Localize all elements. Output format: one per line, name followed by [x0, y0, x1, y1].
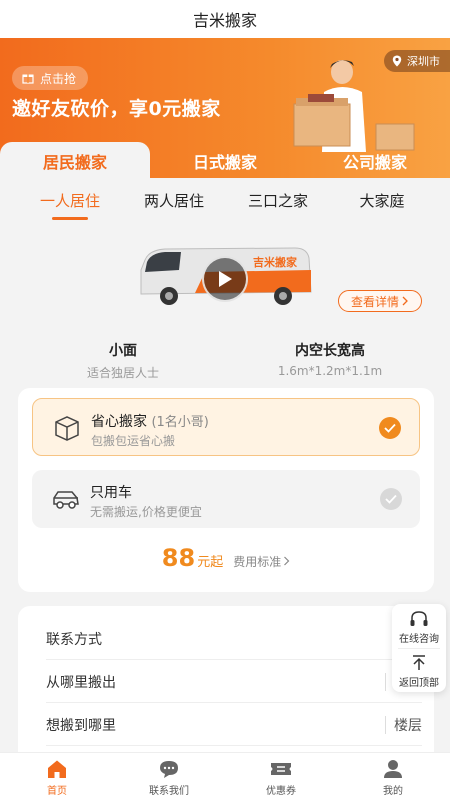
banner-headline: 邀好友砍价，享0元搬家 — [12, 98, 221, 120]
home-icon — [48, 760, 66, 778]
play-video-button[interactable] — [202, 256, 248, 302]
floating-panel: 在线咨询 返回顶部 — [392, 604, 446, 692]
price-row: 88 元起 费用标准 — [18, 544, 434, 572]
subtab-family-of-three[interactable]: 三口之家 — [228, 190, 328, 211]
contact-label: 联系方式 — [46, 631, 102, 648]
move-to-field[interactable]: 想搬到哪里 楼层 — [46, 704, 422, 746]
spec-vehicle-type-subtitle: 适合独居人士 — [86, 366, 159, 380]
grab-pill-label: 点击抢 — [40, 71, 77, 86]
nav-coupons[interactable]: 优惠券 — [236, 759, 326, 797]
view-details-button[interactable]: 查看详情 — [338, 290, 422, 312]
subtab-two-people[interactable]: 两人居住 — [124, 190, 224, 211]
panel-divider — [398, 648, 440, 649]
tab-company[interactable]: 公司搬家 — [300, 142, 450, 180]
chat-icon — [160, 761, 178, 778]
subtab-big-family[interactable]: 大家庭 — [332, 190, 432, 211]
price-value: 88 — [161, 544, 196, 572]
chevron-right-icon — [284, 556, 290, 566]
fee-standard-link[interactable]: 费用标准 — [233, 553, 281, 570]
nav-coupons-label: 优惠券 — [266, 786, 296, 797]
option-vehicle-only-name: 只用车 — [90, 485, 132, 501]
move-from-label: 从哪里搬出 — [46, 674, 116, 691]
nav-home[interactable]: 首页 — [12, 759, 102, 797]
ticket-icon — [271, 763, 291, 775]
contact-field[interactable]: 联系方式 — [46, 618, 422, 660]
spec-vehicle-type: 小面 适合独居人士 — [58, 340, 188, 381]
car-icon — [53, 491, 79, 509]
nav-mine[interactable]: 我的 — [348, 759, 438, 797]
move-to-floor[interactable]: 楼层 — [385, 716, 422, 734]
option-worry-free-desc: 包搬包运省心搬 — [91, 434, 176, 448]
back-to-top-label: 返回顶部 — [399, 678, 439, 689]
subtab-one-person[interactable]: 一人居住 — [20, 190, 120, 220]
option-worry-free-hint: (1名小哥) — [151, 415, 209, 430]
nav-contact-us[interactable]: 联系我们 — [124, 759, 214, 797]
bottom-navigation: 首页 联系我们 优惠券 我的 — [0, 752, 450, 800]
app-title: 吉米搬家 — [0, 0, 450, 38]
nav-contact-us-label: 联系我们 — [149, 786, 189, 797]
nav-mine-label: 我的 — [383, 786, 403, 797]
spec-vehicle-type-title: 小面 — [109, 343, 137, 359]
van-brand-text: 吉米搬家 — [253, 255, 298, 269]
spec-dimensions-title: 内空长宽高 — [295, 343, 365, 359]
spec-dimensions: 内空长宽高 1.6m*1.2m*1.1m — [260, 340, 400, 378]
option-worry-free[interactable]: 省心搬家 (1名小哥) 包搬包运省心搬 — [32, 398, 420, 456]
active-underline — [52, 217, 88, 220]
headset-icon — [410, 611, 428, 626]
checkmark-icon — [380, 488, 402, 510]
option-vehicle-only-desc: 无需搬运,价格更便宜 — [90, 505, 202, 519]
price-unit: 元起 — [197, 555, 224, 570]
tab-resident[interactable]: 居民搬家 — [0, 142, 150, 180]
household-tabs: 一人居住 两人居住 三口之家 大家庭 — [0, 180, 450, 220]
nav-home-label: 首页 — [47, 786, 67, 797]
option-vehicle-only[interactable]: 只用车 无需搬运,价格更便宜 — [32, 470, 420, 528]
move-to-label: 想搬到哪里 — [46, 717, 116, 734]
option-worry-free-name: 省心搬家 (1名小哥) — [91, 411, 209, 431]
back-to-top-button[interactable]: 返回顶部 — [392, 654, 446, 689]
grab-pill[interactable]: 点击抢 — [12, 66, 89, 90]
arrow-up-icon — [413, 655, 425, 670]
chevron-right-icon — [402, 296, 408, 306]
move-from-field[interactable]: 从哪里搬出 楼层 — [46, 661, 422, 703]
spec-dimensions-subtitle: 1.6m*1.2m*1.1m — [277, 364, 383, 378]
online-consult-button[interactable]: 在线咨询 — [392, 610, 446, 645]
category-tabs: 居民搬家 日式搬家 公司搬家 — [0, 142, 450, 180]
tab-japanese[interactable]: 日式搬家 — [150, 142, 300, 180]
box-icon — [55, 416, 79, 441]
service-card: 省心搬家 (1名小哥) 包搬包运省心搬 只用车 无需搬运,价格更便宜 88 元起… — [18, 388, 434, 592]
view-details-label: 查看详情 — [350, 294, 399, 309]
option-worry-free-title: 省心搬家 — [91, 414, 147, 430]
gift-icon — [22, 74, 34, 84]
online-consult-label: 在线咨询 — [399, 634, 439, 645]
user-icon — [384, 760, 402, 778]
checkmark-icon — [379, 417, 401, 439]
subtab-one-person-label: 一人居住 — [39, 192, 100, 210]
play-icon — [219, 271, 232, 287]
